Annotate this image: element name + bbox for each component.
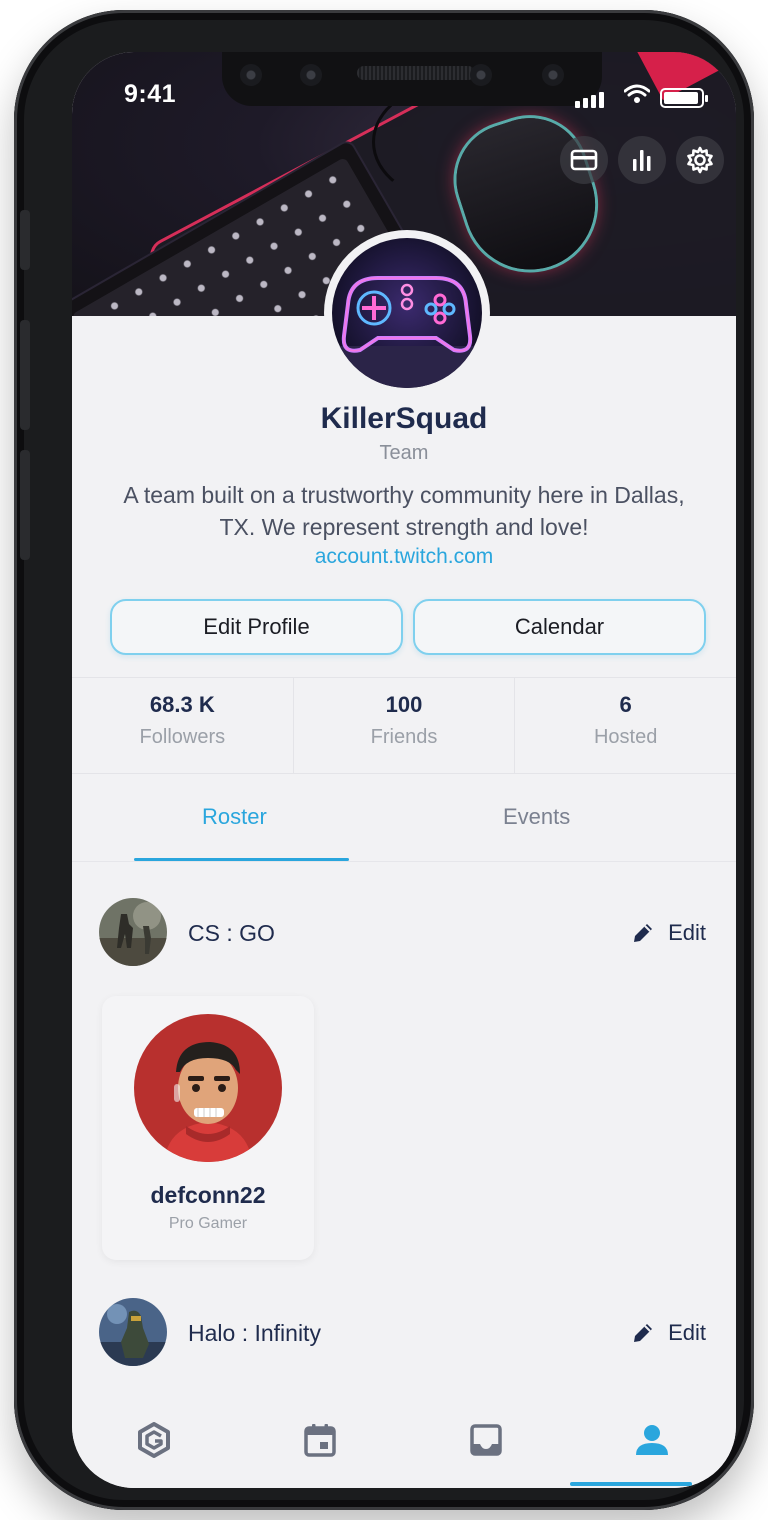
nav-home[interactable]	[130, 1416, 178, 1464]
edit-label: Edit	[668, 920, 706, 945]
inbox-icon	[470, 1424, 502, 1456]
camera-lens	[542, 64, 564, 86]
nav-calendar[interactable]	[296, 1416, 344, 1464]
stat-value: 6	[619, 692, 632, 717]
member-card[interactable]: defconn22 Pro Gamer	[102, 996, 314, 1260]
bottom-nav	[72, 1390, 736, 1488]
phone-frame: 9:41 KillerSquad Team A team built on a …	[14, 10, 754, 1510]
calendar-icon	[304, 1424, 336, 1457]
card-icon	[570, 149, 598, 171]
game-thumbnail	[99, 898, 167, 966]
stat-followers[interactable]: 68.3 K Followers	[72, 678, 294, 773]
team-avatar-image	[332, 238, 482, 388]
status-bar: 9:41	[72, 52, 736, 142]
gear-icon	[687, 146, 713, 174]
earpiece-speaker	[357, 66, 475, 80]
camera-sensor	[470, 64, 492, 86]
member-name: defconn22	[150, 1182, 266, 1208]
stat-value: 100	[385, 692, 423, 717]
pencil-icon	[634, 924, 653, 942]
profile-link[interactable]: account.twitch.com	[72, 545, 736, 569]
stat-value: 68.3 K	[149, 692, 215, 717]
edit-button[interactable]: Edit	[630, 1320, 706, 1346]
team-avatar[interactable]	[324, 230, 490, 396]
stat-label: Hosted	[593, 726, 658, 748]
profile-actions: Edit Profile Calendar	[110, 599, 706, 655]
nav-profile[interactable]	[628, 1416, 676, 1464]
profile-type: Team	[379, 442, 429, 464]
stat-label: Friends	[370, 726, 438, 748]
profile-bio: A team built on a trustworthy community …	[123, 482, 685, 540]
stat-label: Followers	[139, 726, 226, 748]
card-button[interactable]	[560, 136, 608, 184]
signal-icon	[575, 92, 604, 108]
roster-section-csgo: CS : GO Edit	[72, 898, 736, 968]
tab-events[interactable]: Events	[503, 804, 570, 830]
stat-friends[interactable]: 100 Friends	[294, 678, 516, 773]
profile-name: KillerSquad	[320, 402, 488, 435]
profile-icon	[636, 1425, 668, 1455]
status-time: 9:41	[124, 80, 177, 108]
edit-profile-button[interactable]: Edit Profile	[110, 599, 403, 655]
calendar-button[interactable]: Calendar	[413, 599, 706, 655]
active-tab-indicator	[134, 858, 349, 861]
volume-up-button	[20, 320, 30, 430]
edit-label: Edit	[668, 1320, 706, 1345]
game-thumbnail	[99, 1298, 167, 1366]
volume-down-button	[20, 450, 30, 560]
profile-info: KillerSquad Team A team built on a trust…	[72, 402, 736, 569]
stats-button[interactable]	[618, 136, 666, 184]
camera-notch	[222, 52, 602, 106]
battery-icon	[660, 88, 708, 108]
active-nav-indicator	[570, 1482, 692, 1486]
nav-inbox[interactable]	[462, 1416, 510, 1464]
pencil-icon	[634, 1324, 653, 1342]
mute-switch	[20, 210, 30, 270]
camera-sensor	[240, 64, 262, 86]
profile-stats: 68.3 K Followers 100 Friends 6 Hosted	[72, 677, 736, 774]
camera-sensor	[300, 64, 322, 86]
stat-hosted[interactable]: 6 Hosted	[515, 678, 736, 773]
wifi-icon	[624, 84, 650, 103]
settings-button[interactable]	[676, 136, 724, 184]
app-screen: 9:41 KillerSquad Team A team built on a …	[72, 52, 736, 1488]
tab-roster[interactable]: Roster	[202, 804, 267, 830]
edit-button[interactable]: Edit	[630, 920, 706, 946]
banner-actions	[560, 136, 724, 184]
game-title: CS : GO	[188, 920, 275, 946]
profile-tabs: Roster Events	[72, 774, 736, 862]
logo-icon	[138, 1422, 170, 1458]
stats-icon	[633, 150, 651, 171]
roster-section-halo: Halo : Infinity Edit	[72, 1298, 736, 1368]
game-title: Halo : Infinity	[188, 1320, 321, 1346]
member-avatar	[134, 1014, 282, 1162]
member-role: Pro Gamer	[168, 1215, 248, 1232]
